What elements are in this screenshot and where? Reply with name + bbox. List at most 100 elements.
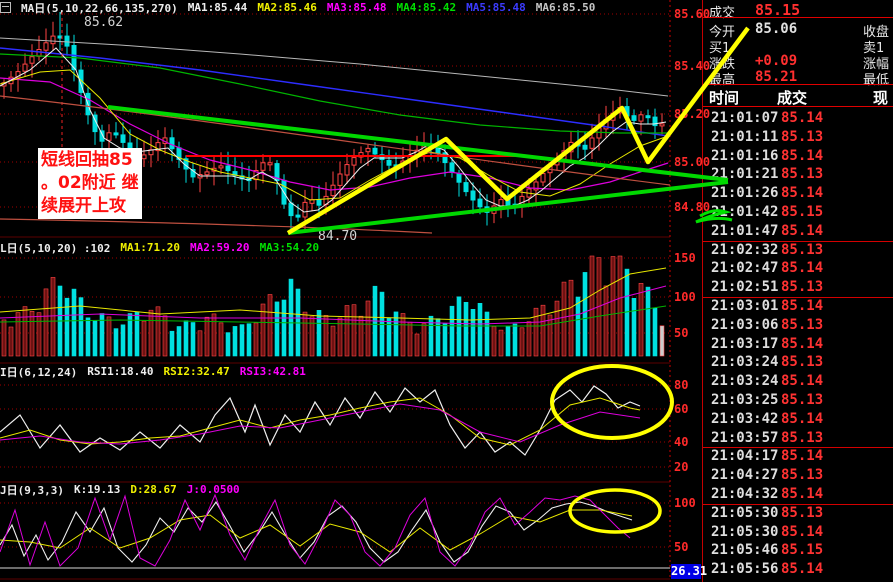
tape-time: 21:03:25 — [711, 392, 779, 408]
tape-price: 85.14 — [781, 523, 824, 540]
annotation-line: 续展开上攻 — [41, 196, 126, 216]
tape-row: 21:01:26 85.14 — [703, 185, 893, 203]
panel-divider — [703, 106, 893, 107]
axis-label: 20 — [674, 460, 689, 474]
tape-price: 85.14 — [781, 486, 824, 502]
tape-row: 21:03:57 85.13 — [703, 430, 893, 448]
axis-label: 85.20 — [674, 107, 711, 121]
high-label: 最高 — [709, 73, 736, 88]
tape-row: 21:03:17 85.14 — [703, 336, 893, 354]
tape-price: 85.13 — [781, 241, 824, 258]
tape-price: 85.14 — [781, 448, 824, 465]
tape-time: 21:03:06 — [711, 316, 779, 333]
tape-price: 85.14 — [781, 260, 824, 277]
tape-time: 21:01:47 — [711, 222, 779, 239]
analyst-annotation[interactable]: 短线回抽85 。02附近 继 续展开上攻 — [38, 148, 142, 219]
tape-time: 21:03:42 — [711, 410, 779, 427]
ma5-value: MA5:85.48 — [466, 1, 526, 14]
tape-price: 85.14 — [781, 561, 824, 578]
tape-row: 21:01:11 85.13 — [703, 129, 893, 147]
annotation-line: 短线回抽85 — [41, 150, 133, 170]
tape-time: 21:03:57 — [711, 429, 779, 446]
panel-divider — [703, 84, 893, 85]
axis-label: 85.00 — [674, 155, 711, 169]
axis-label: 50 — [674, 326, 689, 340]
axis-label: 84.80 — [674, 200, 711, 214]
tape-row: 21:01:21 85.13 — [703, 166, 893, 184]
tape-time: 21:05:56 — [711, 561, 779, 578]
tape-price: 85.15 — [781, 204, 824, 220]
open-value: 85.06 — [755, 21, 798, 37]
tape-col-time[interactable]: 时间 — [709, 87, 739, 108]
tape-price: 85.14 — [781, 110, 824, 126]
axis-label: 40 — [674, 435, 689, 449]
collapse-icon[interactable] — [0, 2, 11, 13]
tape-price: 85.13 — [781, 279, 824, 296]
tape-group-separator — [703, 447, 893, 449]
tape-row: 21:02:32 85.13 — [703, 242, 893, 260]
tape-price: 85.14 — [781, 373, 824, 390]
tape-time: 21:01:26 — [711, 185, 779, 202]
tape-row: 21:04:32 85.14 — [703, 486, 893, 504]
tape-row: 21:05:30 85.14 — [703, 524, 893, 542]
tape-time: 21:01:11 — [711, 128, 779, 145]
low-label: 最低 — [863, 73, 890, 88]
tape-row: 21:03:01 85.14 — [703, 298, 893, 316]
tape-row: 21:03:24 85.14 — [703, 373, 893, 391]
tape-col-vol[interactable]: 现 — [873, 87, 888, 108]
tape-time: 21:04:32 — [711, 486, 779, 502]
ma-indicator-row: MA日(5,10,22,66,135,270) MA1:85.44 MA2:85… — [0, 0, 596, 16]
tape-group-separator — [703, 503, 893, 505]
tape-time: 21:01:16 — [711, 147, 779, 164]
tape-time: 21:02:47 — [711, 260, 779, 277]
tape-price: 85.14 — [781, 185, 824, 202]
tape-price: 85.13 — [781, 429, 824, 446]
change-value: +0.09 — [755, 53, 798, 69]
tape-row: 21:03:24 85.13 — [703, 354, 893, 372]
tape-group-separator — [703, 240, 893, 242]
ma-params-label[interactable]: MA日(5,10,22,66,135,270) — [21, 0, 178, 16]
ma2-value: MA2:85.46 — [257, 1, 317, 14]
vol-ma3-value: MA3:54.20 — [259, 241, 320, 254]
tape-price: 85.13 — [781, 316, 824, 333]
tape-price: 85.14 — [781, 147, 824, 164]
kdj-params-label[interactable]: J日(9,3,3) — [0, 482, 64, 498]
tape-col-price[interactable]: 成交 — [777, 87, 807, 108]
tape-time: 21:03:24 — [711, 354, 779, 371]
vol-ma1-value: MA1:71.20 — [120, 241, 180, 254]
trading-app-window: MA日(5,10,22,66,135,270) MA1:85.44 MA2:85… — [0, 0, 893, 582]
tape-row: 21:01:47 85.14 — [703, 223, 893, 241]
tape-time: 21:03:24 — [711, 373, 779, 390]
high-price-tag: 85.62 — [84, 15, 124, 30]
tape-price: 85.14 — [781, 410, 824, 427]
axis-label: 150 — [674, 251, 696, 265]
annotation-line: 。02附近 继 — [41, 173, 139, 193]
tape-row: 21:01:07 85.14 — [703, 110, 893, 128]
high-value: 85.21 — [755, 69, 798, 85]
tape-row: 21:05:56 85.14 — [703, 561, 893, 579]
axis-label: 85.40 — [674, 59, 711, 73]
tape-time: 21:02:51 — [711, 279, 779, 296]
kdj-indicator-row: J日(9,3,3) K:19.13 D:28.67 J:0.0500 — [0, 482, 240, 498]
tape-time: 21:03:17 — [711, 335, 779, 352]
ma6-value: MA6:85.50 — [535, 1, 596, 14]
tape-price: 85.13 — [781, 354, 824, 371]
tape-time: 21:01:21 — [711, 166, 779, 183]
tape-row: 21:03:42 85.14 — [703, 411, 893, 429]
quote-panel: 成交 85.15 今开 85.06 收盘 买1 卖1 涨跌 +0.09 涨幅 最… — [702, 0, 893, 582]
low-price-tag: 84.70 — [318, 229, 358, 244]
tape-price: 85.13 — [781, 504, 824, 521]
last-price-label: 成交 — [709, 6, 736, 21]
tape-price: 85.13 — [781, 467, 824, 484]
tape-time: 21:01:07 — [711, 110, 779, 126]
vol-params-label[interactable]: L日(5,10,20) :102 — [0, 240, 110, 256]
ma1-value: MA1:85.44 — [187, 1, 248, 14]
tape-price: 85.14 — [781, 222, 824, 239]
kdj-j-value: J:0.0500 — [186, 483, 240, 496]
tape-row: 21:02:51 85.13 — [703, 279, 893, 297]
tape-row: 21:02:47 85.14 — [703, 260, 893, 278]
tape-row: 21:04:17 85.14 — [703, 448, 893, 466]
vol-ma2-value: MA2:59.20 — [189, 241, 250, 254]
cursor-value-badge: 26.31 — [671, 564, 708, 579]
rsi-params-label[interactable]: I日(6,12,24) — [0, 364, 77, 380]
